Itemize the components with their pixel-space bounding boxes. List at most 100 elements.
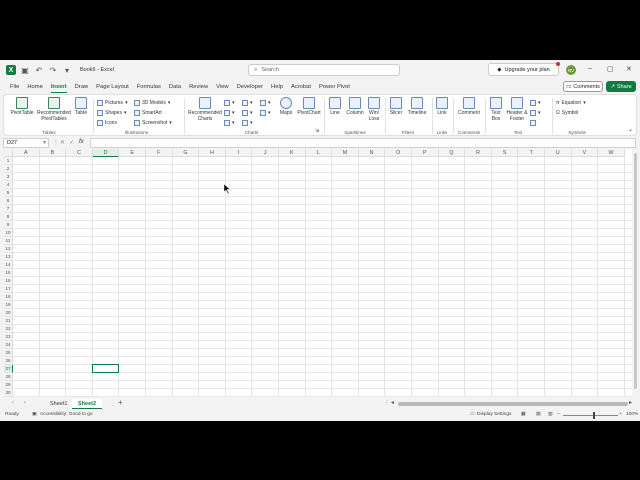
page-layout-view-icon[interactable]: ▤ (536, 412, 541, 417)
row-header-27[interactable]: 27 (4, 365, 13, 373)
save-icon[interactable]: ▣ (20, 66, 30, 75)
row-header-10[interactable]: 10 (4, 229, 13, 237)
redo-icon[interactable]: ↷ (48, 66, 58, 75)
hierarchy-chart-button[interactable]: ▾ (242, 100, 253, 106)
tab-draw[interactable]: Draw (71, 80, 93, 94)
tab-developer[interactable]: Developer (233, 80, 267, 94)
tab-power-pivot[interactable]: Power Pivot (315, 80, 354, 94)
column-header-h[interactable]: H (199, 149, 226, 157)
row-header-11[interactable]: 11 (4, 237, 13, 245)
customize-qat-icon[interactable]: ▾ (62, 66, 72, 75)
line-chart-button[interactable]: ▾ (224, 110, 235, 116)
tab-help[interactable]: Help (267, 80, 287, 94)
collapse-ribbon-icon[interactable]: ⌄ (628, 126, 633, 133)
column-header-o[interactable]: O (385, 149, 412, 157)
tab-file[interactable]: File (6, 80, 23, 94)
row-header-4[interactable]: 4 (4, 181, 13, 189)
column-header-a[interactable]: A (13, 149, 40, 157)
row-header-19[interactable]: 19 (4, 301, 13, 309)
page-break-view-icon[interactable]: ▥ (548, 412, 553, 417)
new-comment-button[interactable]: Comment (456, 97, 482, 116)
zoom-level[interactable]: 100% (626, 412, 638, 417)
search-input[interactable]: ⌕ Search (248, 64, 400, 76)
tab-data[interactable]: Data (165, 80, 185, 94)
display-settings[interactable]: Display Settings (477, 412, 511, 417)
slicer-button[interactable]: Slicer (387, 97, 405, 116)
column-header-q[interactable]: Q (438, 149, 466, 157)
tab-acrobat[interactable]: Acrobat (287, 80, 315, 94)
scrollbar-thumb[interactable] (634, 153, 637, 389)
tab-insert[interactable]: Insert (47, 80, 71, 94)
recommended-charts-button[interactable]: Recommended Charts (187, 97, 223, 122)
header-footer-button[interactable]: Header & Footer (505, 97, 529, 122)
column-header-u[interactable]: U (545, 149, 572, 157)
active-cell[interactable] (91, 364, 120, 373)
hscroll-right-icon[interactable]: ▸ (629, 399, 632, 406)
column-header-s[interactable]: S (491, 149, 519, 157)
column-header-f[interactable]: F (146, 149, 173, 157)
sparkline-winloss-button[interactable]: Win/ Loss (366, 97, 382, 122)
row-header-29[interactable]: 29 (4, 381, 13, 389)
sparkline-column-button[interactable]: Column (344, 97, 366, 116)
add-sheet-icon[interactable]: + (118, 398, 123, 407)
row-header-9[interactable]: 9 (4, 221, 13, 229)
row-header-17[interactable]: 17 (4, 285, 13, 293)
column-header-i[interactable]: I (225, 149, 253, 157)
row-header-18[interactable]: 18 (4, 293, 13, 301)
column-header-v[interactable]: V (571, 149, 599, 157)
column-header-e[interactable]: E (119, 149, 146, 157)
avatar[interactable]: NV (566, 65, 576, 75)
pictures-button[interactable]: Pictures ▾ (97, 100, 128, 106)
tab-review[interactable]: Review (185, 80, 212, 94)
equation-button[interactable]: π Equation ▾ (556, 100, 586, 106)
row-header-2[interactable]: 2 (4, 165, 13, 173)
row-header-7[interactable]: 7 (4, 205, 13, 213)
normal-view-icon[interactable]: ▦ (521, 412, 526, 417)
row-header-6[interactable]: 6 (4, 197, 13, 205)
column-header-l[interactable]: L (305, 149, 333, 157)
close-icon[interactable]: ✕ (626, 65, 632, 73)
row-header-28[interactable]: 28 (4, 373, 13, 381)
table-button[interactable]: Table (72, 97, 90, 116)
sparkline-line-button[interactable]: Line (326, 97, 344, 116)
accessibility-status[interactable]: Accessibility: Good to go (40, 412, 93, 417)
text-box-button[interactable]: Text Box (488, 97, 504, 122)
row-header-16[interactable]: 16 (4, 277, 13, 285)
enter-icon[interactable]: ✓ (69, 139, 74, 146)
column-header-g[interactable]: G (172, 149, 200, 157)
charts-dialog-launcher-icon[interactable]: ⇲ (315, 128, 319, 134)
insert-function-icon[interactable]: fx (79, 139, 84, 145)
share-button[interactable]: ↗ Share (606, 81, 636, 92)
row-header-21[interactable]: 21 (4, 317, 13, 325)
column-chart-button[interactable]: ▾ (224, 100, 235, 106)
zoom-slider[interactable] (563, 415, 618, 416)
minimize-icon[interactable]: – (588, 65, 592, 72)
link-button[interactable]: Link (434, 97, 450, 116)
comments-button[interactable]: ▭ Comments (563, 81, 603, 92)
vertical-scrollbar[interactable] (633, 149, 638, 397)
tab-view[interactable]: View (212, 80, 232, 94)
column-header-k[interactable]: K (279, 149, 306, 157)
statistic-chart-button[interactable]: ▾ (242, 110, 253, 116)
select-all-corner[interactable] (4, 149, 13, 157)
namebox-dropdown-icon[interactable]: ▾ (43, 139, 46, 146)
row-header-1[interactable]: 1 (4, 157, 13, 165)
shapes-button[interactable]: Shapes ▾ (97, 110, 126, 116)
recommended-pivottables-button[interactable]: Recommended PivotTables (36, 97, 72, 122)
waterfall-chart-button[interactable]: ▾ (260, 100, 271, 106)
row-header-20[interactable]: 20 (4, 309, 13, 317)
tab-home[interactable]: Home (23, 80, 46, 94)
scatter-chart-button[interactable]: ▾ (242, 120, 253, 126)
row-header-25[interactable]: 25 (4, 349, 13, 357)
zoom-in-icon[interactable]: + (619, 412, 622, 417)
row-header-3[interactable]: 3 (4, 173, 13, 181)
tab-formulas[interactable]: Formulas (133, 80, 165, 94)
tab-page-layout[interactable]: Page Layout (92, 80, 133, 94)
row-header-5[interactable]: 5 (4, 189, 13, 197)
cancel-icon[interactable]: ✕ (60, 139, 65, 146)
maximize-icon[interactable]: ▢ (607, 65, 614, 73)
column-header-p[interactable]: P (412, 149, 439, 157)
column-header-n[interactable]: N (358, 149, 386, 157)
macro-record-icon[interactable]: ▣ (32, 412, 37, 417)
icons-button[interactable]: Icons (97, 120, 117, 126)
